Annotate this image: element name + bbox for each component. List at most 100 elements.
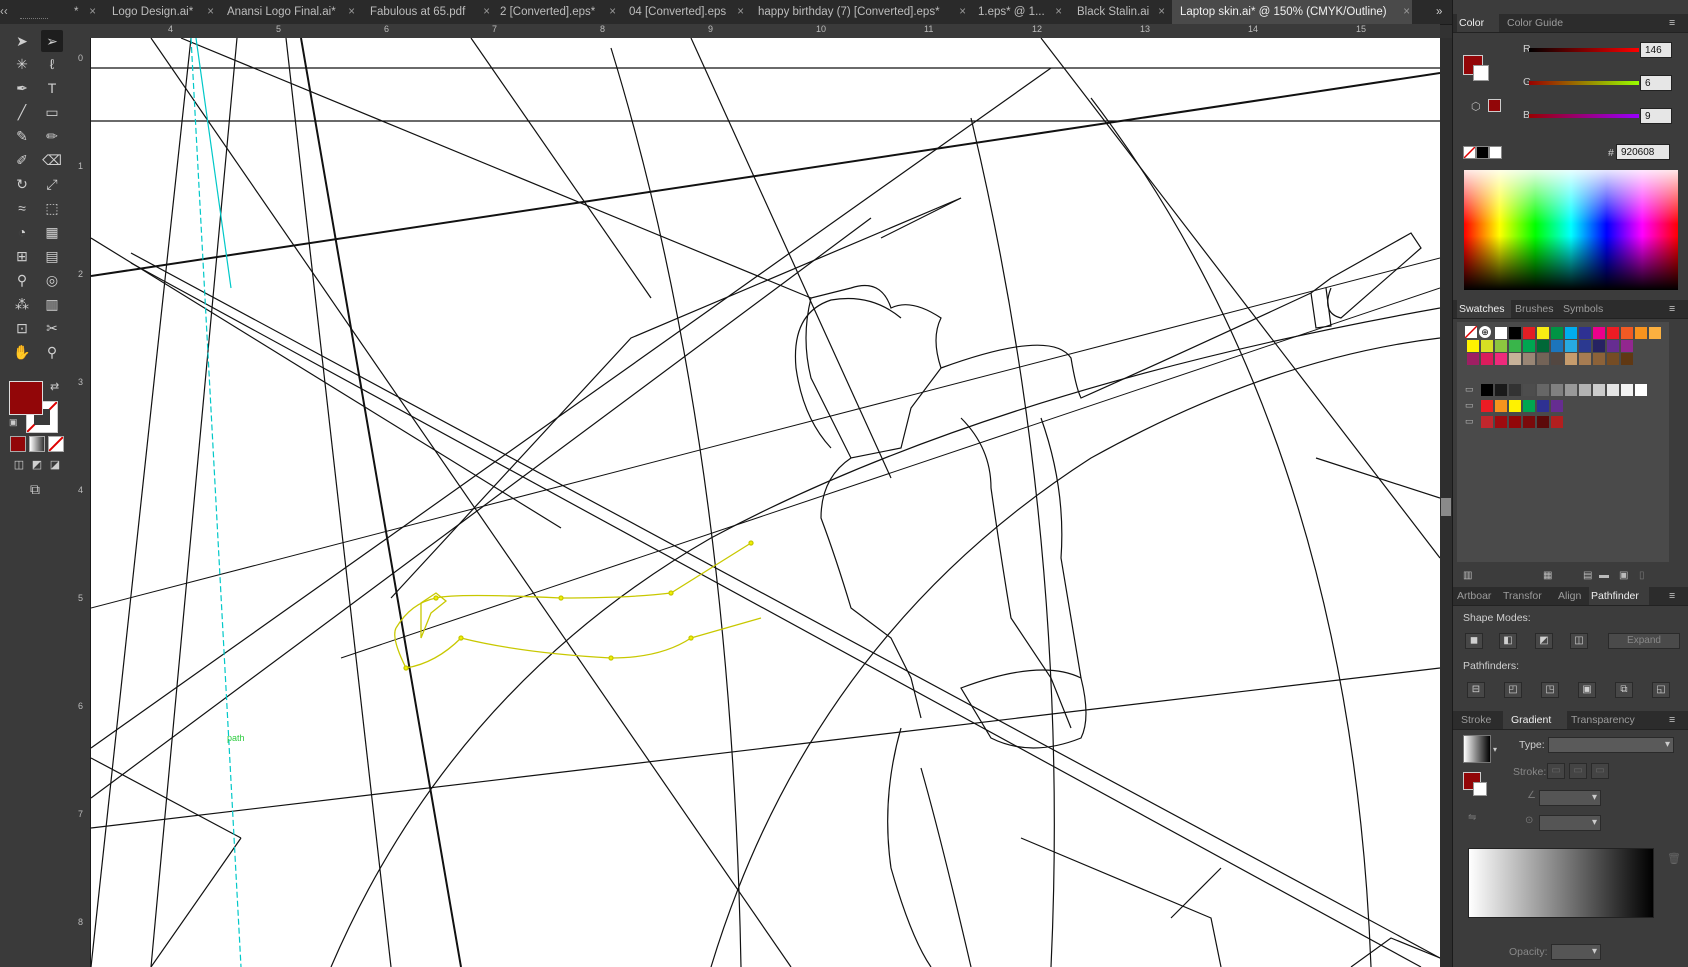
minus-front-icon[interactable]: ◧ [1499,633,1517,649]
delete-stop-icon[interactable]: 🗑 [1667,852,1681,865]
trim-icon[interactable]: ◰ [1504,682,1522,698]
tab-anansi-logo[interactable]: Anansi Logo Final.ai* × [227,0,357,24]
color-swatch[interactable] [1523,384,1535,396]
intersect-icon[interactable]: ◩ [1535,633,1553,649]
close-icon[interactable]: × [1158,0,1165,24]
color-mode-icon[interactable] [10,436,26,452]
color-swatch[interactable] [1593,353,1605,365]
color-swatch[interactable] [1551,416,1563,428]
stroke-within-icon[interactable]: ▭ [1547,763,1565,779]
exclude-icon[interactable]: ◫ [1570,633,1588,649]
blob-brush-tool-icon[interactable]: ✐ [11,149,33,171]
tab-04-converted[interactable]: 04 [Converted].eps × [629,0,746,24]
color-swatch[interactable] [1565,353,1577,365]
color-swatch[interactable] [1495,327,1507,339]
gradient-presets-icon[interactable]: ▾ [1493,745,1497,754]
tab-color[interactable]: Color [1457,14,1499,32]
close-icon[interactable]: × [959,0,966,24]
minus-back-icon[interactable]: ◱ [1652,682,1670,698]
color-swatch[interactable] [1481,400,1493,412]
new-swatch-icon[interactable]: ▣ [1619,570,1628,581]
white-color-icon[interactable] [1489,146,1502,159]
registration-swatch[interactable]: ⊕ [1479,326,1491,338]
stroke-along-icon[interactable]: ▭ [1569,763,1587,779]
close-icon[interactable]: × [89,0,96,24]
show-swatch-kinds-icon[interactable]: ▦ [1543,570,1552,581]
panel-menu-icon[interactable]: ≡ [1669,300,1675,318]
pen-tool-icon[interactable]: ✒ [11,77,33,99]
color-swatch[interactable] [1495,340,1507,352]
screen-mode-icon[interactable]: ⧉ [24,478,46,500]
color-swatch[interactable] [1579,340,1591,352]
artboard-canvas[interactable]: path [91,38,1440,967]
color-swatch[interactable] [1509,416,1521,428]
g-slider[interactable] [1529,81,1639,85]
swatch-options-icon[interactable]: ▤ [1583,570,1592,581]
close-icon[interactable]: × [207,0,214,24]
gradient-mode-icon[interactable] [29,436,45,452]
color-swatch[interactable] [1607,353,1619,365]
selection-tool-icon[interactable]: ➤ [11,30,33,52]
rectangle-tool-icon[interactable]: ▭ [41,101,63,123]
paintbrush-tool-icon[interactable]: ✎ [11,125,33,147]
color-swatch[interactable] [1481,353,1493,365]
delete-swatch-icon[interactable]: ▯ [1639,570,1645,581]
tab-align[interactable]: Align [1558,587,1581,605]
color-swatch[interactable] [1579,353,1591,365]
color-swatch[interactable] [1551,353,1563,365]
b-value-field[interactable]: 9 [1640,108,1672,124]
outline-icon[interactable]: ⧉ [1615,682,1633,698]
rotate-tool-icon[interactable]: ↻ [11,173,33,195]
color-swatch[interactable] [1607,340,1619,352]
tab-laptop-skin[interactable]: Laptop skin.ai* @ 150% (CMYK/Outline) × [1172,0,1412,24]
gradient-type-select[interactable]: ▾ [1548,737,1674,753]
scale-tool-icon[interactable]: ⤢ [41,173,63,195]
stroke-across-icon[interactable]: ▭ [1591,763,1609,779]
tab-fabulous[interactable]: Fabulous at 65.pdf × [370,0,492,24]
expand-button[interactable]: Expand [1608,633,1680,649]
color-swatch[interactable] [1551,327,1563,339]
color-swatch[interactable] [1621,353,1633,365]
color-swatch[interactable] [1523,327,1535,339]
hex-value-field[interactable]: 920608 [1616,144,1670,160]
color-swatch[interactable] [1481,340,1493,352]
tab-panel-collapse[interactable]: ‹‹ [0,0,16,24]
color-swatch[interactable] [1537,340,1549,352]
none-mode-icon[interactable] [48,436,64,452]
color-swatch[interactable] [1565,327,1577,339]
tab-logo-design[interactable]: Logo Design.ai* × [112,0,216,24]
perspective-grid-tool-icon[interactable]: ▦ [41,221,63,243]
tab-overflow-button[interactable]: » [1436,0,1450,24]
color-swatch[interactable] [1565,340,1577,352]
color-swatch[interactable] [1537,400,1549,412]
slice-tool-icon[interactable]: ✂ [41,317,63,339]
reverse-gradient-icon[interactable]: ⇋ [1468,812,1476,823]
tab-transparency[interactable]: Transparency [1571,711,1635,729]
direct-selection-tool-icon[interactable]: ➢ [41,30,63,52]
color-group-folder-icon[interactable]: ▭ [1465,416,1474,427]
gradient-thumbnail[interactable] [1463,735,1491,763]
panel-menu-icon[interactable]: ≡ [1669,14,1675,32]
color-swatch[interactable] [1593,327,1605,339]
color-swatch[interactable] [1565,384,1577,396]
color-spectrum[interactable] [1464,170,1678,290]
tab-2-converted[interactable]: 2 [Converted].eps* × [500,0,618,24]
color-swatch[interactable] [1481,384,1493,396]
b-slider[interactable] [1529,114,1639,118]
tab-color-guide[interactable]: Color Guide [1507,14,1563,32]
color-swatch[interactable] [1509,353,1521,365]
tab-partial[interactable]: * × [74,0,98,24]
out-of-gamut-icon[interactable]: ⬡ [1471,100,1481,113]
color-swatch[interactable] [1523,400,1535,412]
none-color-icon[interactable] [1463,146,1476,159]
swap-fill-stroke-icon[interactable]: ⇄ [50,380,59,393]
symbol-sprayer-tool-icon[interactable]: ⁂ [11,293,33,315]
color-swatch[interactable] [1579,384,1591,396]
tab-symbols[interactable]: Symbols [1563,300,1603,318]
color-swatch[interactable] [1509,340,1521,352]
tab-gradient[interactable]: Gradient [1503,711,1567,729]
color-swatch[interactable] [1495,353,1507,365]
unite-icon[interactable]: ◼ [1465,633,1483,649]
color-swatch[interactable] [1621,327,1633,339]
color-swatch[interactable] [1523,353,1535,365]
